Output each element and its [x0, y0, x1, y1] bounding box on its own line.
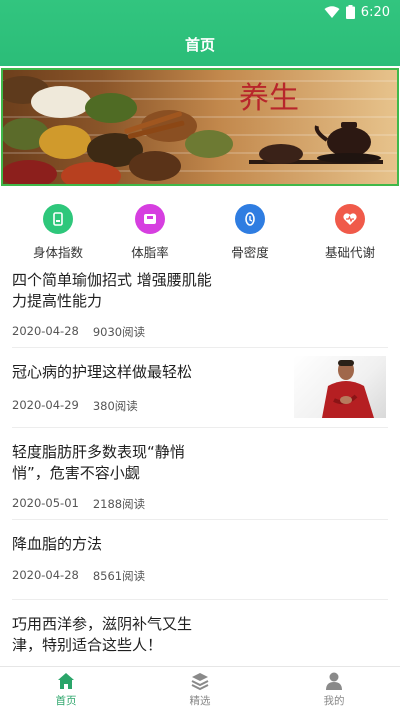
article-date: 2020-04-29: [12, 398, 79, 412]
category-metabolism[interactable]: 基础代谢: [305, 204, 395, 264]
user-icon: [324, 671, 344, 691]
tab-featured[interactable]: 精选: [160, 671, 240, 709]
tab-label: 我的: [323, 695, 345, 707]
bone-density-icon: [235, 204, 265, 234]
metabolism-icon: [335, 204, 365, 234]
battery-icon: [345, 5, 355, 19]
layers-icon: [190, 671, 210, 691]
page-title: 首页: [184, 36, 215, 54]
article-date: 2020-04-28: [12, 568, 79, 582]
category-label: 骨密度: [231, 245, 269, 260]
banner-calligraphy: 养生: [239, 81, 299, 116]
article-meta: 2020-05-01 2188阅读: [12, 496, 145, 512]
article-date: 2020-04-28: [12, 324, 79, 338]
app-header: 6:20 首页: [0, 0, 400, 66]
article-item[interactable]: 冠心病的护理这样做最轻松 2020-04-29 380阅读: [12, 348, 388, 428]
article-title: 轻度脂肪肝多数表现“静悄悄”，危害不容小觑: [12, 443, 185, 482]
category-label: 体脂率: [131, 245, 169, 260]
article-reads: 380阅读: [92, 399, 138, 413]
article-thumbnail: [294, 356, 386, 418]
article-title: 冠心病的护理这样做最轻松: [12, 363, 193, 381]
article-item[interactable]: 轻度脂肪肝多数表现“静悄悄”，危害不容小觑 2020-05-01 2188阅读: [12, 428, 388, 520]
banner-image: 养生: [3, 76, 397, 184]
tab-home[interactable]: 首页: [26, 671, 106, 709]
app-screen: 6:20 首页 养生 身体指数 体脂率 骨密度 基础代谢 四个简单瑜伽招式 增强…: [0, 0, 400, 710]
status-time: 6:20: [360, 4, 390, 20]
article-title: 四个简单瑜伽招式 增强腰肌能力提高性能力: [12, 271, 212, 310]
home-icon: [56, 671, 76, 691]
article-meta: 2020-04-29 380阅读: [12, 398, 138, 414]
tab-label: 首页: [55, 695, 77, 707]
body-index-icon: [43, 204, 73, 234]
article-item[interactable]: 巧用西洋参，滋阴补气又生津，特别适合这些人！: [12, 600, 388, 670]
article-reads: 9030阅读: [92, 325, 146, 339]
bottom-tab-bar: 首页 精选 我的: [0, 666, 400, 710]
article-reads: 8561阅读: [92, 569, 146, 583]
tab-label: 精选: [189, 695, 211, 707]
category-label: 基础代谢: [324, 245, 375, 260]
article-date: 2020-05-01: [12, 496, 79, 510]
wifi-icon: [324, 5, 340, 19]
status-bar: 6:20: [324, 3, 390, 21]
tab-profile[interactable]: 我的: [294, 671, 374, 709]
category-body-fat[interactable]: 体脂率: [105, 204, 195, 264]
article-item[interactable]: 四个简单瑜伽招式 增强腰肌能力提高性能力 2020-04-28 9030阅读: [12, 262, 388, 348]
article-title: 巧用西洋参，滋阴补气又生津，特别适合这些人！: [12, 615, 193, 654]
category-bone-density[interactable]: 骨密度: [205, 204, 295, 264]
article-item[interactable]: 降血脂的方法 2020-04-28 8561阅读: [12, 520, 388, 600]
category-row: 身体指数 体脂率 骨密度 基础代谢: [0, 196, 400, 262]
article-title: 降血脂的方法: [12, 535, 103, 553]
article-meta: 2020-04-28 9030阅读: [12, 324, 145, 340]
body-fat-icon: [135, 204, 165, 234]
category-label: 身体指数: [32, 245, 83, 260]
article-reads: 2188阅读: [92, 497, 146, 511]
banner-carousel[interactable]: 养生: [1, 68, 399, 186]
article-meta: 2020-04-28 8561阅读: [12, 568, 145, 584]
category-body-index[interactable]: 身体指数: [13, 204, 103, 264]
